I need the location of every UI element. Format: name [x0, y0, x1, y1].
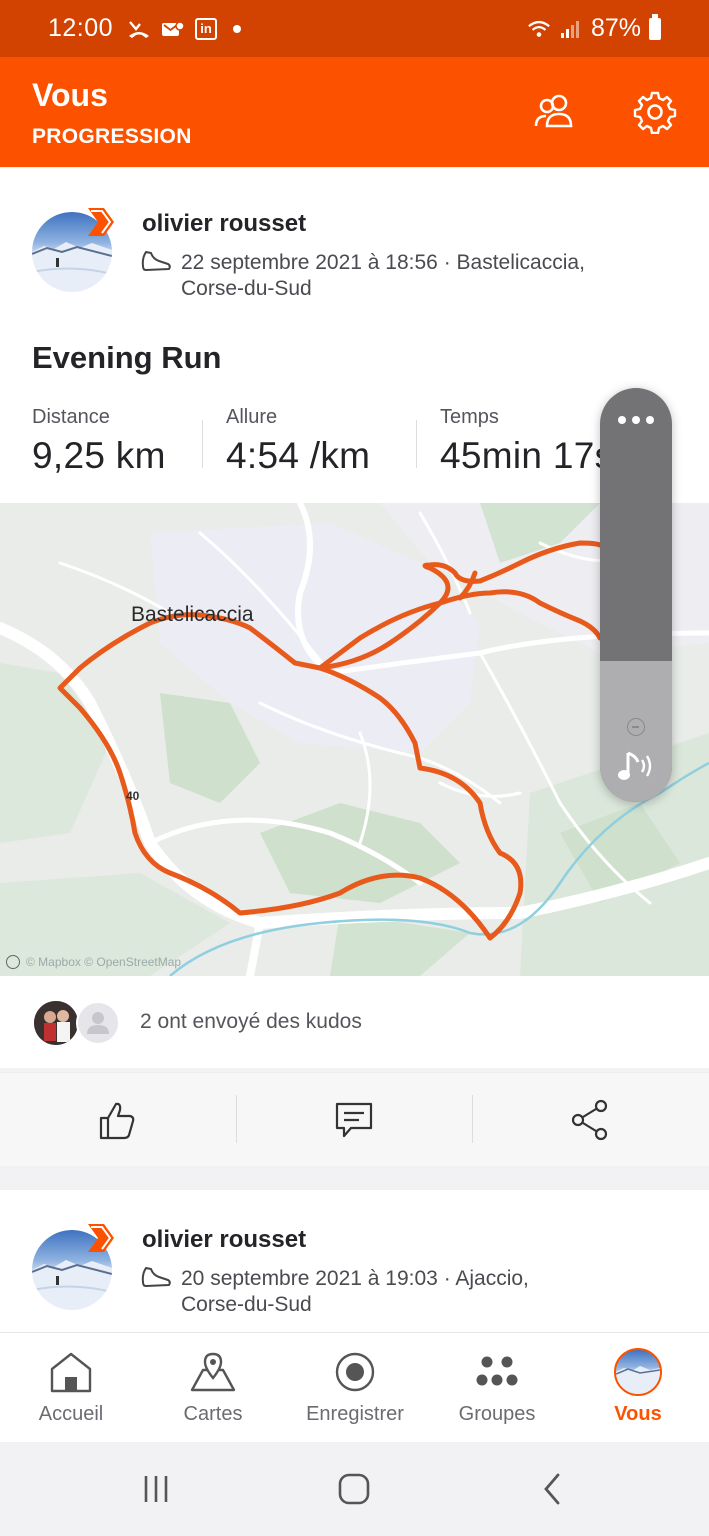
- back-chevron-icon: [544, 1473, 560, 1505]
- volume-more-button[interactable]: [600, 416, 672, 424]
- kudo-avatar-placeholder[interactable]: [76, 1001, 120, 1045]
- stat-pace: Allure 4:54 /km: [226, 406, 370, 477]
- run-shoe-icon: [141, 251, 171, 271]
- recent-apps-icon: [144, 1476, 168, 1502]
- stat-label: Allure: [226, 406, 278, 428]
- kudo-avatar[interactable]: [34, 1001, 78, 1045]
- nav-label: Vous: [614, 1403, 662, 1425]
- activity-date-location: 22 septembre 2021 à 18:56 · Bastelicacci…: [181, 251, 585, 274]
- share-button[interactable]: [567, 1097, 613, 1143]
- activity-action-bar: [0, 1072, 709, 1166]
- activity-date-location: 20 septembre 2021 à 19:03 · Ajaccio,: [181, 1267, 529, 1290]
- page-title: Vous: [32, 77, 108, 113]
- nav-home[interactable]: Accueil: [0, 1333, 142, 1443]
- wifi-icon: [528, 20, 550, 37]
- map-place-label: Bastelicaccia: [131, 603, 254, 626]
- stat-label: Temps: [440, 406, 499, 428]
- kudos-row[interactable]: 2 ont envoyé des kudos: [0, 976, 709, 1072]
- nav-label: Enregistrer: [306, 1403, 404, 1425]
- app-header: Vous PROGRESSION: [0, 57, 709, 167]
- map-attribution[interactable]: © Mapbox © OpenStreetMap: [6, 955, 181, 969]
- attribution-text[interactable]: © Mapbox © OpenStreetMap: [26, 955, 181, 969]
- battery-icon: [649, 13, 661, 40]
- stat-divider: [202, 420, 203, 468]
- nav-groups[interactable]: Groupes: [426, 1333, 568, 1443]
- comment-button[interactable]: [331, 1097, 377, 1143]
- map-road-label: 40: [126, 789, 140, 803]
- friends-button[interactable]: [529, 87, 579, 137]
- activity-card[interactable]: olivier rousset 20 septembre 2021 à 19:0…: [0, 1190, 709, 1332]
- nav-you[interactable]: Vous: [567, 1333, 709, 1443]
- nav-label: Groupes: [458, 1403, 536, 1425]
- recent-apps-button[interactable]: [136, 1470, 176, 1508]
- missed-call-icon: [129, 20, 150, 38]
- back-button[interactable]: [532, 1470, 572, 1508]
- system-nav-bar: [0, 1442, 709, 1536]
- linkedin-icon: in: [195, 17, 218, 40]
- nav-record[interactable]: Enregistrer: [284, 1333, 426, 1443]
- activity-meta: 22 septembre 2021 à 18:56 · Bastelicacci…: [181, 250, 585, 302]
- gear-icon: [633, 91, 677, 134]
- map-pin-icon: [189, 1349, 237, 1395]
- activity-title[interactable]: Evening Run: [32, 340, 221, 376]
- stat-value: 45min 17s: [440, 435, 614, 476]
- progression-tab[interactable]: PROGRESSION: [32, 125, 192, 149]
- message-icon: [162, 20, 185, 36]
- bottom-nav: Accueil Cartes Enregistrer Groupes Vous: [0, 1332, 709, 1442]
- settings-button[interactable]: [630, 87, 680, 137]
- home-system-button[interactable]: [334, 1470, 374, 1508]
- home-icon: [47, 1349, 95, 1395]
- volume-panel[interactable]: [600, 388, 672, 802]
- comment-icon: [335, 1102, 373, 1138]
- stat-divider: [416, 420, 417, 468]
- kudos-text[interactable]: 2 ont envoyé des kudos: [140, 1010, 362, 1034]
- stat-time: Temps 45min 17s: [440, 406, 613, 477]
- nav-maps[interactable]: Cartes: [142, 1333, 284, 1443]
- status-bar: 12:00 in 87%: [0, 0, 709, 57]
- nav-label: Accueil: [38, 1403, 104, 1425]
- action-divider: [472, 1095, 473, 1143]
- status-time: 12:00: [48, 14, 114, 42]
- mapbox-logo-icon[interactable]: [6, 955, 20, 969]
- profile-avatar: [614, 1348, 662, 1396]
- notification-dot-icon: [233, 24, 242, 33]
- stat-value: 9,25 km: [32, 435, 166, 476]
- strava-badge-icon: [88, 208, 114, 236]
- stat-label: Distance: [32, 406, 110, 428]
- friends-icon: [534, 94, 573, 128]
- record-icon: [331, 1349, 379, 1395]
- action-divider: [236, 1095, 237, 1143]
- share-icon: [571, 1099, 608, 1141]
- kudos-button[interactable]: [94, 1097, 140, 1143]
- music-note-icon[interactable]: [614, 748, 658, 784]
- athlete-name[interactable]: olivier rousset: [142, 1226, 306, 1254]
- stat-distance: Distance 9,25 km: [32, 406, 166, 477]
- signal-icon: [560, 20, 579, 38]
- nav-label: Cartes: [183, 1403, 243, 1425]
- battery-percent: 87%: [590, 14, 641, 42]
- athlete-name[interactable]: olivier rousset: [142, 210, 306, 238]
- stat-value: 4:54 /km: [226, 435, 371, 476]
- run-shoe-icon: [141, 1267, 171, 1287]
- activity-region: Corse-du-Sud: [181, 1293, 312, 1316]
- activity-meta: 20 septembre 2021 à 19:03 · Ajaccio, Cor…: [181, 1266, 529, 1318]
- volume-minus-icon: [627, 718, 645, 736]
- thumbs-up-icon: [99, 1102, 135, 1140]
- activity-region: Corse-du-Sud: [181, 277, 312, 300]
- groups-icon: [473, 1349, 521, 1395]
- home-square-icon: [338, 1473, 370, 1505]
- strava-badge-icon: [88, 1224, 114, 1252]
- user-icon: [87, 1012, 109, 1034]
